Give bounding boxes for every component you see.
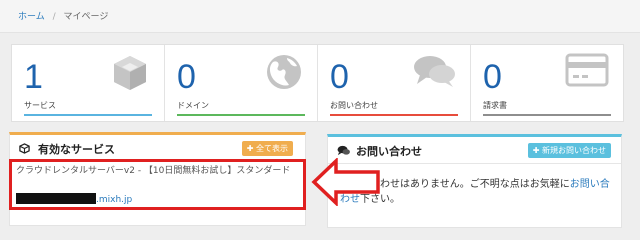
stats-row: 1 サービス 0 ドメイン 0 お問い合わせ 0 請求書 [11, 44, 624, 122]
chat-bubbles-icon [337, 145, 350, 156]
service-item-domain[interactable]: .mixh.jp [96, 195, 132, 205]
globe-icon [267, 55, 301, 89]
breadcrumb: ホーム / マイページ [0, 0, 640, 33]
stat-invoices-count: 0 [483, 58, 502, 96]
stat-domains-bar [177, 114, 305, 116]
stat-services-count: 1 [24, 58, 43, 96]
service-item-name[interactable]: クラウドレンタルサーバーv2 - 【10日間無料お試し】スタンダード [16, 165, 301, 177]
stat-invoices-label: 請求書 [483, 101, 507, 110]
service-item-domain-row: .mixh.jp [16, 193, 132, 205]
stat-services-label: サービス [24, 101, 56, 110]
stat-domains-count: 0 [177, 58, 196, 96]
chat-bubbles-icon [414, 56, 455, 87]
stat-domains[interactable]: 0 ドメイン [165, 45, 318, 121]
breadcrumb-home-link[interactable]: ホーム [18, 12, 45, 22]
credit-card-icon [565, 53, 609, 87]
stat-inquiries-label: お問い合わせ [330, 101, 378, 110]
service-item[interactable]: クラウドレンタルサーバーv2 - 【10日間無料お試し】スタンダード .mixh… [9, 159, 306, 210]
cube-icon [114, 56, 146, 90]
stat-invoices[interactable]: 0 請求書 [471, 45, 623, 121]
stat-domains-label: ドメイン [177, 101, 209, 110]
redaction-block [16, 193, 96, 204]
stat-invoices-bar [483, 114, 611, 116]
stat-inquiries[interactable]: 0 お問い合わせ [318, 45, 471, 121]
inquiries-panel-title: お問い合わせ [356, 145, 422, 158]
stat-services-bar [24, 114, 152, 116]
breadcrumb-current: マイページ [63, 12, 109, 22]
new-inquiry-button[interactable]: ✚ 新規お問い合わせ [527, 143, 611, 158]
breadcrumb-separator: / [52, 12, 56, 22]
stat-services[interactable]: 1 サービス [12, 45, 165, 121]
cube-icon [19, 143, 30, 154]
services-panel-header: 有効なサービス ✚ 全て表示 [10, 135, 305, 162]
services-panel-title: 有効なサービス [38, 143, 115, 156]
stat-inquiries-bar [330, 114, 458, 116]
annotation-arrow-icon [311, 158, 380, 206]
stat-inquiries-count: 0 [330, 58, 349, 96]
view-all-button[interactable]: ✚ 全て表示 [241, 141, 293, 156]
